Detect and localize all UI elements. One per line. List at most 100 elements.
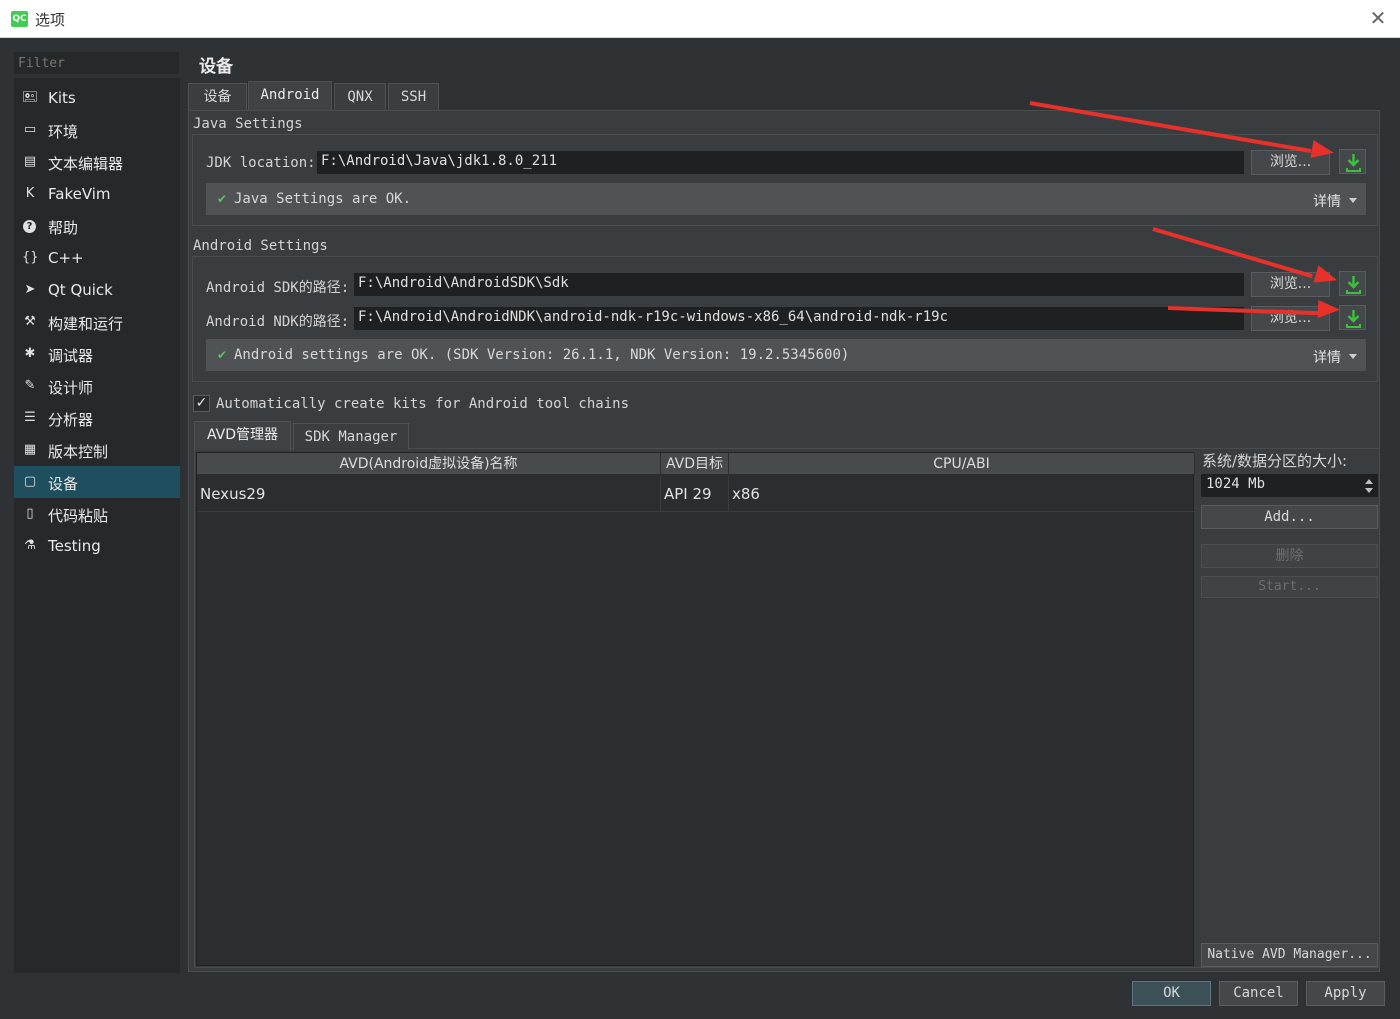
auto-create-kits-checkbox[interactable]: ✓ — [193, 395, 210, 412]
sidebar-item-label: Kits — [48, 89, 76, 107]
auto-create-kits-label: Automatically create kits for Android to… — [216, 396, 630, 412]
ok-button[interactable]: OK — [1132, 981, 1211, 1006]
java-status-bar: ✔ Java Settings are OK. 详情 — [206, 183, 1366, 215]
filter-input[interactable] — [14, 52, 179, 74]
delete-avd-button[interactable]: 删除 — [1201, 544, 1378, 568]
hammer-icon: ⚒ — [24, 314, 36, 329]
sidebar-item-code-paster[interactable]: ▯ 代码粘贴 — [14, 498, 180, 530]
tab-qnx[interactable]: QNX — [334, 83, 386, 110]
start-avd-button[interactable]: Start... — [1201, 576, 1378, 598]
sidebar-item-testing[interactable]: ⚗ Testing — [14, 530, 180, 562]
android-status-text: Android settings are OK. (SDK Version: 2… — [234, 347, 850, 363]
tab-android[interactable]: Android — [248, 81, 332, 110]
download-icon — [1346, 310, 1361, 328]
check-icon: ✔ — [217, 348, 228, 362]
partition-size-spinbox[interactable]: 1024 Mb — [1201, 474, 1378, 497]
sidebar-item-fakevim[interactable]: K FakeVim — [14, 178, 180, 210]
sidebar-item-kits[interactable]: 🖭 Kits — [14, 82, 180, 114]
flask-icon: ⚗ — [24, 538, 36, 553]
sidebar-item-label: 环境 — [48, 123, 79, 141]
sidebar-item-cpp[interactable]: {} C++ — [14, 242, 180, 274]
jdk-location-field[interactable]: F:\Android\Java\jdk1.8.0_211 — [317, 151, 1244, 174]
sdk-download-button[interactable] — [1339, 271, 1366, 296]
help-icon: ? — [23, 220, 36, 233]
sidebar-item-qt-quick[interactable]: ➤ Qt Quick — [14, 274, 180, 306]
braces-icon: {} — [22, 250, 39, 265]
tab-ssh[interactable]: SSH — [388, 83, 439, 110]
kits-icon: 🖭 — [22, 90, 38, 105]
sidebar-item-label: 帮助 — [48, 219, 79, 237]
android-details-toggle[interactable]: 详情 — [1313, 347, 1341, 367]
sdk-path-field[interactable]: F:\Android\AndroidSDK\Sdk — [354, 273, 1244, 296]
sidebar-item-devices[interactable]: ▢ 设备 — [14, 466, 180, 498]
fakevim-icon: K — [25, 186, 35, 201]
column-header-abi[interactable]: CPU/ABI — [729, 453, 1195, 475]
sidebar-item-label: 构建和运行 — [48, 315, 124, 333]
check-icon: ✔ — [217, 192, 228, 206]
native-avd-manager-button[interactable]: Native AVD Manager... — [1201, 943, 1378, 967]
apply-button[interactable]: Apply — [1306, 981, 1385, 1006]
ndk-path-label: Android NDK的路径: — [206, 314, 350, 330]
monitor-icon: ▭ — [23, 122, 37, 137]
annotation-arrowhead — [1310, 140, 1336, 162]
table-cell-target[interactable]: API 29 — [661, 476, 729, 512]
table-cell-abi[interactable]: x86 — [729, 476, 1195, 512]
text-editor-icon: ▤ — [23, 154, 37, 169]
paper-plane-icon: ➤ — [24, 282, 36, 297]
sidebar-item-environment[interactable]: ▭ 环境 — [14, 114, 180, 146]
sidebar-item-designer[interactable]: ✎ 设计师 — [14, 370, 180, 402]
table-cell-name[interactable]: Nexus29 — [197, 476, 661, 512]
sidebar-item-text-editor[interactable]: ▤ 文本编辑器 — [14, 146, 180, 178]
sidebar-item-label: FakeVim — [48, 185, 111, 203]
chevron-down-icon — [1349, 354, 1357, 359]
sidebar-item-build-run[interactable]: ⚒ 构建和运行 — [14, 306, 180, 338]
sidebar-item-help[interactable]: ? 帮助 — [14, 210, 180, 242]
add-avd-button[interactable]: Add... — [1201, 505, 1378, 529]
analyzer-icon: ☰ — [24, 410, 36, 425]
android-settings-title: Android Settings — [193, 238, 328, 254]
jdk-download-button[interactable] — [1339, 149, 1366, 174]
java-settings-title: Java Settings — [193, 116, 303, 132]
sidebar-item-label: 文本编辑器 — [48, 155, 124, 173]
qt-creator-logo-icon: QC — [11, 11, 28, 27]
java-status-text: Java Settings are OK. — [234, 191, 412, 207]
sidebar-item-label: 调试器 — [48, 347, 94, 365]
close-icon[interactable]: ✕ — [1366, 6, 1390, 30]
sidebar-item-label: 设计师 — [48, 379, 94, 397]
device-icon: ▢ — [23, 474, 37, 489]
ndk-path-field[interactable]: F:\Android\AndroidNDK\android-ndk-r19c-w… — [354, 307, 1244, 330]
sidebar-item-version-control[interactable]: ▦ 版本控制 — [14, 434, 180, 466]
page-title: 设备 — [199, 57, 233, 77]
clipboard-icon: ▯ — [26, 506, 34, 521]
version-control-icon: ▦ — [23, 442, 37, 457]
chevron-down-icon — [1349, 198, 1357, 203]
tab-devices[interactable]: 设备 — [188, 83, 247, 110]
cancel-button[interactable]: Cancel — [1219, 981, 1298, 1006]
column-header-name[interactable]: AVD(Android虚拟设备)名称 — [197, 453, 661, 475]
sidebar-item-label: 代码粘贴 — [48, 507, 109, 525]
column-header-target[interactable]: AVD目标 — [661, 453, 729, 475]
tab-avd-manager[interactable]: AVD管理器 — [194, 421, 291, 450]
sidebar-item-analyzer[interactable]: ☰ 分析器 — [14, 402, 180, 434]
pencil-icon: ✎ — [24, 378, 36, 393]
sidebar-item-label: 分析器 — [48, 411, 94, 429]
window-title: 选项 — [35, 11, 66, 29]
bug-icon: ✱ — [24, 346, 36, 361]
avd-table: AVD(Android虚拟设备)名称 AVD目标 CPU/ABI Nexus29… — [196, 452, 1195, 966]
sidebar-item-debugger[interactable]: ✱ 调试器 — [14, 338, 180, 370]
partition-size-label: 系统/数据分区的大小: — [1202, 452, 1348, 470]
sidebar-item-label: 版本控制 — [48, 443, 109, 461]
spin-arrows-icon[interactable] — [1363, 477, 1375, 495]
tab-sdk-manager[interactable]: SDK Manager — [293, 423, 409, 450]
java-details-toggle[interactable]: 详情 — [1313, 191, 1341, 211]
title-bar: QC 选项 ✕ — [0, 0, 1400, 38]
sidebar-item-label: C++ — [48, 249, 84, 267]
partition-size-value: 1024 Mb — [1206, 476, 1266, 492]
sidebar-item-label: Testing — [48, 537, 101, 555]
sidebar-item-label: 设备 — [48, 475, 79, 493]
sdk-path-label: Android SDK的路径: — [206, 280, 350, 296]
download-icon — [1346, 276, 1361, 294]
ndk-download-button[interactable] — [1339, 305, 1366, 330]
jdk-location-label: JDK location: — [206, 155, 316, 171]
annotation-arrowhead — [1317, 300, 1341, 319]
